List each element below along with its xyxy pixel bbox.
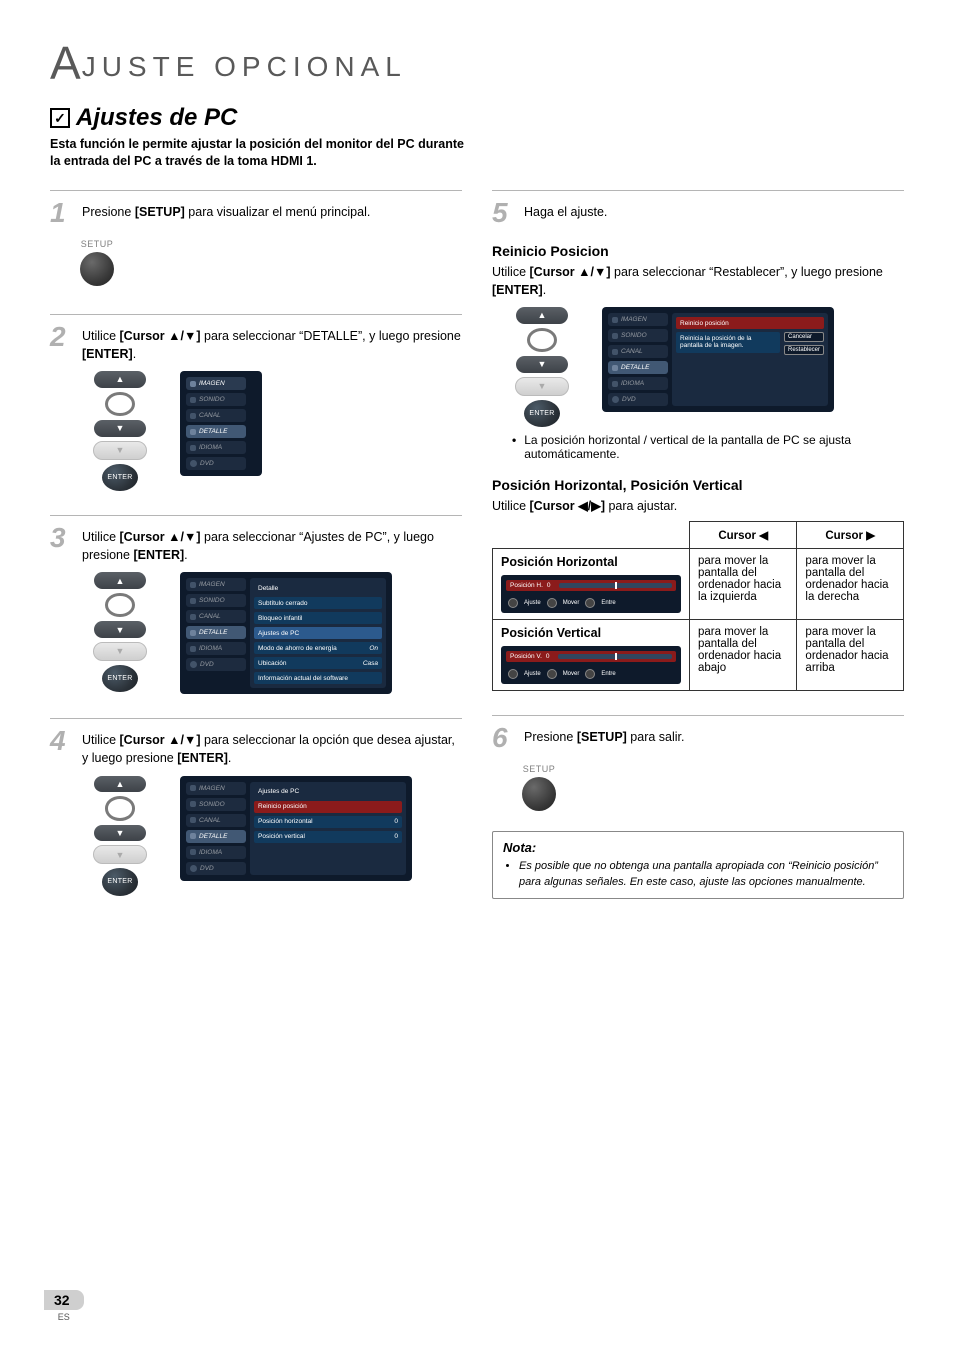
table-row: Posición Horizontal Posición H. 0 Ajuste… xyxy=(493,549,904,620)
panel-title: Detalle xyxy=(254,582,382,594)
dpad-up-icon: ▲ xyxy=(94,572,146,589)
main-title-first: A xyxy=(50,40,80,86)
dpad-graphic: ▲ ▼ ▼ ENTER xyxy=(502,307,582,427)
tv-ajustes-panel: IMAGEN SONIDO CANAL DETALLE IDIOMA DVD A… xyxy=(180,776,412,881)
step-2: 2 Utilice [Cursor ▲/▼] para seleccionar … xyxy=(50,314,462,491)
dpad-ring-icon xyxy=(105,796,135,820)
step-text: Presione [SETUP] para salir. xyxy=(524,724,684,746)
step-number: 6 xyxy=(492,724,514,752)
step-number: 2 xyxy=(50,323,72,351)
th-cursor-left: Cursor ◀ xyxy=(690,522,797,549)
step-number: 4 xyxy=(50,727,72,755)
panel-title: Ajustes de PC xyxy=(254,786,402,798)
dpad-graphic: ▲ ▼ ▼ ENTER xyxy=(80,371,160,491)
cursor-table: Cursor ◀ Cursor ▶ Posición Horizontal Po… xyxy=(492,521,904,691)
dpad-up-icon: ▲ xyxy=(516,307,568,324)
step-4: 4 Utilice [Cursor ▲/▼] para seleccionar … xyxy=(50,718,462,895)
enter-button-icon: ENTER xyxy=(102,464,138,491)
step-number: 5 xyxy=(492,199,514,227)
dpad-down-shadow-icon: ▼ xyxy=(93,845,147,864)
setup-button-graphic: SETUP xyxy=(80,235,114,290)
round-button-icon xyxy=(80,252,114,286)
section-title: Ajustes de PC xyxy=(76,104,237,132)
section-header: ✓ Ajustes de PC xyxy=(50,104,904,132)
reinicio-text: Utilice [Cursor ▲/▼] para seleccionar “R… xyxy=(492,263,904,299)
setup-button-graphic: SETUP xyxy=(522,760,556,815)
step-number: 1 xyxy=(50,199,72,227)
step-1: 1 Presione [SETUP] para visualizar el me… xyxy=(50,190,462,290)
step-6: 6 Presione [SETUP] para salir. SETUP Not… xyxy=(492,715,904,899)
main-title-rest: JUSTE OPCIONAL xyxy=(82,51,407,86)
reinicio-title: Reinicio Posicion xyxy=(492,243,904,259)
tv-menu-tabs-only: IMAGEN SONIDO CANAL DETALLE IDIOMA DVD xyxy=(180,371,262,476)
page-number: 32 ES xyxy=(44,1290,84,1322)
step-text: Presione [SETUP] para visualizar el menú… xyxy=(82,199,370,221)
position-text: Utilice [Cursor ◀/▶] para ajustar. xyxy=(492,497,904,515)
auto-adjust-note: La posición horizontal / vertical de la … xyxy=(512,433,904,461)
right-column: 5 Haga el ajuste. Reinicio Posicion Util… xyxy=(492,190,904,899)
dpad-down-icon: ▼ xyxy=(94,420,146,437)
dpad-up-icon: ▲ xyxy=(94,371,146,388)
section-lead: Esta función le permite ajustar la posic… xyxy=(50,136,470,170)
dpad-down-shadow-icon: ▼ xyxy=(93,441,147,460)
panel-title: Reinicio posición xyxy=(676,317,824,329)
step-text: Utilice [Cursor ▲/▼] para seleccionar “D… xyxy=(82,323,462,363)
mini-shot-vertical: Posición V. 0 Ajuste Mover Entre xyxy=(501,646,681,684)
enter-button-icon: ENTER xyxy=(524,400,560,427)
dpad-down-shadow-icon: ▼ xyxy=(515,377,569,396)
main-title: A JUSTE OPCIONAL xyxy=(50,40,904,86)
dpad-down-icon: ▼ xyxy=(94,621,146,638)
restore-button: Restablecer xyxy=(784,345,824,355)
round-button-icon xyxy=(522,777,556,811)
dpad-up-icon: ▲ xyxy=(94,776,146,793)
step-text: Utilice [Cursor ▲/▼] para seleccionar la… xyxy=(82,727,462,767)
mini-shot-horizontal: Posición H. 0 Ajuste Mover Entre xyxy=(501,575,681,613)
dpad-ring-icon xyxy=(105,593,135,617)
table-row: Posición Vertical Posición V. 0 Ajuste M… xyxy=(493,620,904,691)
step-text: Haga el ajuste. xyxy=(524,199,607,221)
step-text: Utilice [Cursor ▲/▼] para seleccionar “A… xyxy=(82,524,462,564)
checkbox-icon: ✓ xyxy=(50,108,70,128)
dpad-ring-icon xyxy=(527,328,557,352)
dpad-graphic: ▲ ▼ ▼ ENTER xyxy=(80,776,160,896)
th-cursor-right: Cursor ▶ xyxy=(797,522,904,549)
dpad-down-icon: ▼ xyxy=(94,825,146,842)
dpad-graphic: ▲ ▼ ▼ ENTER xyxy=(80,572,160,692)
step-number: 3 xyxy=(50,524,72,552)
step-3: 3 Utilice [Cursor ▲/▼] para seleccionar … xyxy=(50,515,462,694)
cancel-button: Cancelar xyxy=(784,332,824,342)
tv-detalle-panel: IMAGEN SONIDO CANAL DETALLE IDIOMA DVD D… xyxy=(180,572,392,694)
enter-button-icon: ENTER xyxy=(102,868,138,895)
dpad-down-icon: ▼ xyxy=(516,356,568,373)
note-title: Nota: xyxy=(503,840,893,855)
note-box: Nota: Es posible que no obtenga una pant… xyxy=(492,831,904,899)
left-column: 1 Presione [SETUP] para visualizar el me… xyxy=(50,190,462,896)
dpad-ring-icon xyxy=(105,392,135,416)
enter-button-icon: ENTER xyxy=(102,665,138,692)
position-title: Posición Horizontal, Posición Vertical xyxy=(492,477,904,493)
note-item: Es posible que no obtenga una pantalla a… xyxy=(519,859,893,890)
dpad-down-shadow-icon: ▼ xyxy=(93,642,147,661)
step-5: 5 Haga el ajuste. Reinicio Posicion Util… xyxy=(492,190,904,691)
tv-reinicio-panel: IMAGEN SONIDO CANAL DETALLE IDIOMA DVD R… xyxy=(602,307,834,412)
